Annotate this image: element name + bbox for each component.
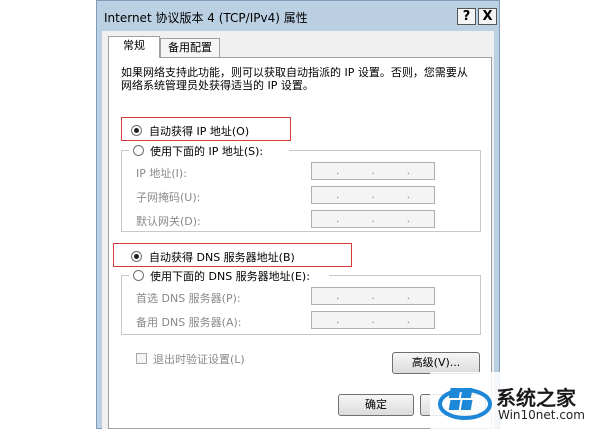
ip-manual-label[interactable]: 使用下面的 IP 地址(S): bbox=[150, 143, 263, 159]
alternate-dns-label: 备用 DNS 服务器(A): bbox=[136, 316, 242, 329]
alternate-dns-input[interactable]: ... bbox=[311, 311, 435, 329]
preferred-dns-input[interactable]: ... bbox=[311, 287, 435, 305]
watermark: 系统之家 Win10net.com bbox=[430, 372, 600, 429]
advanced-button[interactable]: 高级(V)... bbox=[392, 352, 480, 374]
dialog-title: Internet 协议版本 4 (TCP/IPv4) 属性 bbox=[104, 11, 308, 25]
dns-manual-label[interactable]: 使用下面的 DNS 服务器地址(E): bbox=[150, 268, 310, 284]
dns-auto-label[interactable]: 自动获得 DNS 服务器地址(B) bbox=[149, 249, 295, 265]
ip-auto-radio[interactable] bbox=[131, 125, 142, 136]
watermark-title: 系统之家 bbox=[496, 386, 576, 410]
watermark-url: Win10net.com bbox=[498, 408, 585, 422]
description-text: 如果网络支持此功能，则可以获取自动指派的 IP 设置。否则，您需要从网络系统管理… bbox=[121, 66, 468, 92]
ip-address-label: IP 地址(I): bbox=[136, 167, 187, 180]
validate-checkbox[interactable] bbox=[136, 353, 147, 364]
default-gateway-label: 默认网关(D): bbox=[136, 215, 201, 228]
subnet-mask-input[interactable]: ... bbox=[311, 186, 435, 204]
watermark-logo-icon bbox=[438, 388, 492, 420]
dns-manual-radio[interactable] bbox=[133, 270, 144, 281]
help-button[interactable]: ? bbox=[457, 8, 476, 25]
default-gateway-input[interactable]: ... bbox=[311, 210, 435, 228]
ok-button[interactable]: 确定 bbox=[338, 394, 414, 416]
preferred-dns-label: 首选 DNS 服务器(P): bbox=[136, 292, 241, 305]
close-button[interactable]: X bbox=[478, 8, 497, 25]
dns-auto-radio[interactable] bbox=[131, 251, 142, 262]
subnet-mask-label: 子网掩码(U): bbox=[136, 191, 201, 204]
validate-label[interactable]: 退出时验证设置(L) bbox=[153, 351, 245, 367]
ip-address-input[interactable]: ... bbox=[311, 162, 435, 180]
tab-alternate-config[interactable]: 备用配置 bbox=[160, 38, 220, 57]
ip-auto-label[interactable]: 自动获得 IP 地址(O) bbox=[149, 123, 249, 139]
ip-manual-radio[interactable] bbox=[133, 145, 144, 156]
tab-general[interactable]: 常规 bbox=[108, 36, 160, 58]
